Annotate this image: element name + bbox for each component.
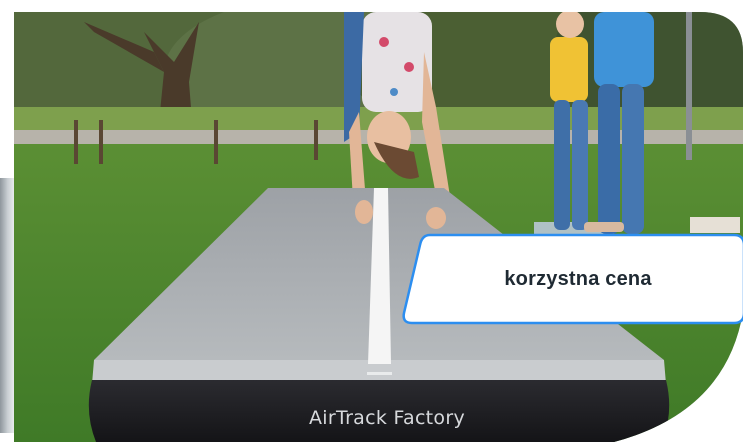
mat-brand-print: AirTrack Factory — [308, 407, 466, 429]
image-stage: AirTrack Factory korzystna cena — [0, 0, 743, 433]
price-badge: korzystna cena — [398, 233, 743, 325]
product-photo — [14, 12, 743, 442]
price-badge-label: korzystna cena — [504, 267, 652, 290]
adjacent-image-edge — [0, 178, 14, 433]
